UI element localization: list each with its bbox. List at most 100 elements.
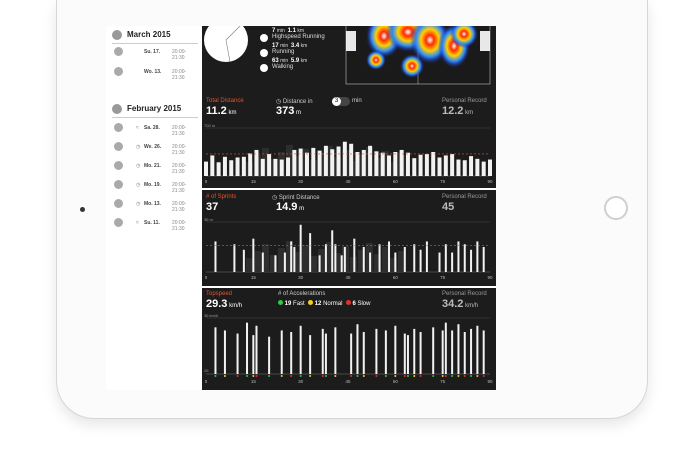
field-heatmap[interactable]	[344, 26, 492, 86]
chart-bar[interactable]	[267, 154, 272, 176]
chart-bar[interactable]	[394, 325, 397, 374]
chart-bar[interactable]	[388, 241, 391, 272]
chart-bar[interactable]	[252, 238, 255, 272]
chart-bar[interactable]	[406, 335, 409, 374]
chart-bar[interactable]	[413, 328, 416, 374]
chart-bar[interactable]	[324, 244, 327, 272]
chart-bar[interactable]	[437, 157, 442, 176]
chart-bar[interactable]	[425, 241, 428, 272]
home-button[interactable]	[604, 196, 628, 220]
chart-bar[interactable]	[438, 252, 441, 272]
session-item[interactable]: ◷ Mo. 19. 20:00-21:30	[112, 179, 198, 194]
chart-bar[interactable]	[309, 233, 312, 272]
chart-bar[interactable]	[462, 160, 467, 176]
chart-bar[interactable]	[309, 335, 312, 374]
chart-bar[interactable]	[246, 322, 249, 374]
chart-bar[interactable]	[469, 156, 474, 176]
chart-bar[interactable]	[342, 141, 347, 176]
chart-bar[interactable]	[252, 335, 255, 374]
chart-bar[interactable]	[419, 249, 422, 272]
chart-bar[interactable]	[334, 244, 337, 272]
chart-bar[interactable]	[418, 154, 423, 176]
chart-bar[interactable]	[323, 145, 328, 176]
chart-bar[interactable]	[470, 249, 473, 272]
chart-bar[interactable]	[222, 156, 227, 176]
chart-bar[interactable]	[330, 149, 335, 176]
chart-bar[interactable]	[349, 143, 354, 176]
chart-bar[interactable]	[216, 162, 221, 176]
chart-bar[interactable]	[290, 332, 293, 374]
chart-bar[interactable]	[242, 249, 245, 272]
chart-bar[interactable]	[299, 325, 302, 374]
chart-bar[interactable]	[353, 238, 356, 272]
chart-bar[interactable]	[343, 247, 346, 272]
chart-bar[interactable]	[481, 161, 486, 176]
chart-bar[interactable]	[378, 244, 381, 272]
chart-bar[interactable]	[318, 255, 321, 272]
chart-bar[interactable]	[482, 330, 485, 374]
chart-bar[interactable]	[431, 152, 436, 176]
interval-toggle[interactable]: 3	[332, 97, 350, 106]
chart-bar[interactable]	[355, 152, 360, 176]
chart-bar[interactable]	[286, 157, 291, 176]
chart-bar[interactable]	[274, 255, 277, 272]
session-item[interactable]: ≈ Su. 11. 20:00-21:30	[112, 217, 198, 232]
chart-bar[interactable]	[324, 333, 327, 374]
chart-bar[interactable]	[334, 327, 337, 374]
session-item[interactable]: Wo. 13. 20:00-21:30	[112, 66, 198, 81]
chart-bar[interactable]	[476, 325, 479, 374]
chart-bar[interactable]	[362, 247, 365, 272]
chart-bar[interactable]	[475, 158, 480, 176]
chart-bar[interactable]	[488, 159, 492, 176]
chart-bar[interactable]	[476, 241, 479, 272]
chart-bar[interactable]	[280, 330, 283, 374]
chart-bar[interactable]	[336, 146, 341, 176]
chart-bar[interactable]	[214, 241, 217, 272]
session-item[interactable]: ≈ Sa. 28. 20:00-21:30	[112, 122, 198, 137]
chart-bar[interactable]	[380, 152, 385, 176]
chart-bar[interactable]	[450, 154, 455, 176]
chart-bar[interactable]	[304, 152, 309, 176]
chart-bar[interactable]	[311, 147, 316, 176]
chart-bar[interactable]	[223, 330, 226, 374]
chart-bar[interactable]	[443, 155, 448, 176]
chart-bar[interactable]	[424, 154, 429, 176]
chart-bar[interactable]	[362, 332, 365, 374]
chart-bar[interactable]	[293, 247, 296, 272]
chart-bar[interactable]	[457, 241, 460, 272]
chart-bar[interactable]	[340, 255, 343, 272]
chart-bar[interactable]	[419, 332, 422, 374]
chart-bar[interactable]	[412, 158, 417, 176]
chart-bar[interactable]	[470, 328, 473, 374]
chart-bar[interactable]	[255, 325, 258, 374]
chart-bar[interactable]	[444, 244, 447, 272]
chart-bar[interactable]	[299, 224, 302, 272]
chart-bar[interactable]	[236, 333, 239, 374]
chart-bar[interactable]	[444, 322, 447, 374]
month-header[interactable]: March 2015	[112, 30, 171, 40]
session-item[interactable]: ◷ Mo. 13. 20:00-21:30	[112, 198, 198, 213]
chart-bar[interactable]	[413, 244, 416, 272]
chart-bar[interactable]	[331, 230, 334, 272]
chart-bar[interactable]	[210, 155, 215, 176]
chart-bar[interactable]	[441, 330, 444, 374]
chart-bar[interactable]	[393, 152, 398, 176]
chart-bar[interactable]	[432, 327, 435, 374]
chart-bar[interactable]	[463, 332, 466, 374]
chart-bar[interactable]	[387, 155, 392, 176]
chart-bar[interactable]	[451, 252, 454, 272]
chart-bar[interactable]	[204, 161, 208, 176]
chart-bar[interactable]	[273, 158, 278, 176]
chart-bar[interactable]	[260, 158, 265, 176]
chart-bar[interactable]	[279, 159, 284, 176]
chart-bar[interactable]	[374, 151, 379, 176]
chart-bar[interactable]	[283, 252, 286, 272]
chart-bar[interactable]	[229, 160, 234, 176]
chart-bar[interactable]	[356, 324, 359, 374]
chart-bar[interactable]	[235, 157, 240, 176]
session-item[interactable]: ◷ Mo. 21. 20:00-21:30	[112, 160, 198, 175]
chart-bar[interactable]	[375, 328, 378, 374]
chart-bar[interactable]	[369, 252, 372, 272]
chart-bar[interactable]	[214, 327, 217, 374]
session-item[interactable]: Su. 17. 20:00-21:30	[112, 46, 198, 61]
